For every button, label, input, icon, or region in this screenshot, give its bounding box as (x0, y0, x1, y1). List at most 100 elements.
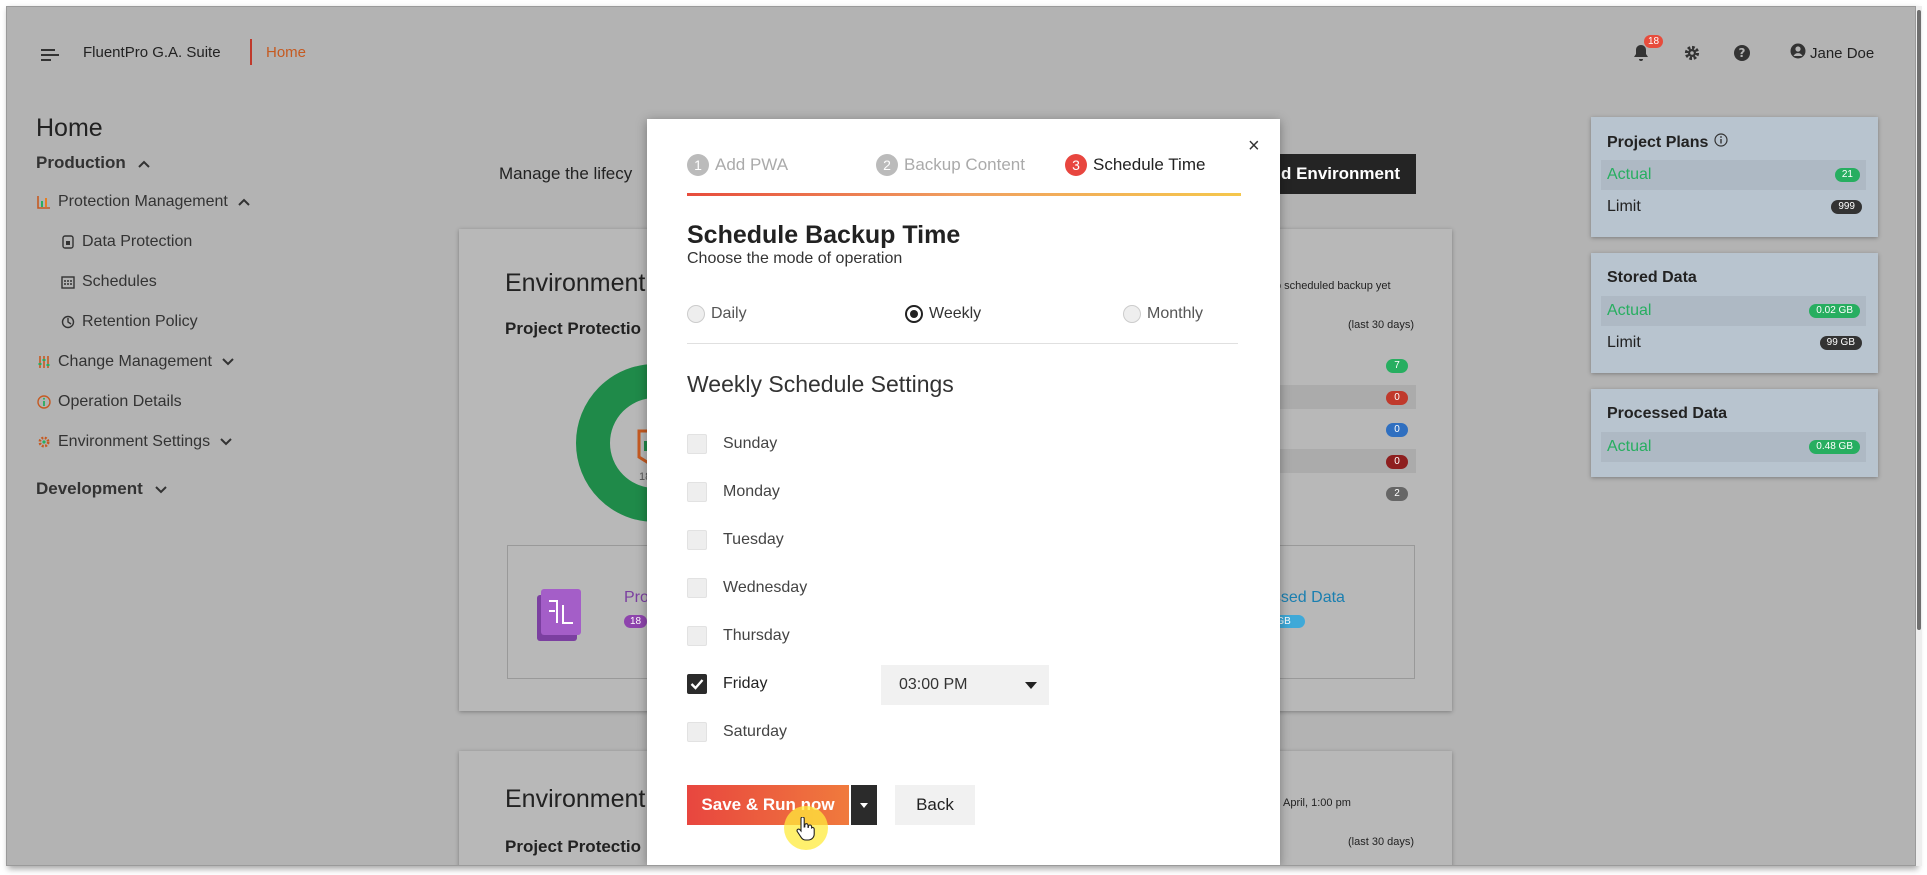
day-friday[interactable]: Friday (687, 674, 767, 694)
radio-monthly[interactable]: Monthly (1123, 305, 1203, 323)
page-scrollbar[interactable] (1916, 6, 1922, 866)
sidebar-item-operation-details[interactable]: Operation Details (36, 393, 182, 411)
chevron-down-icon (155, 479, 167, 499)
checkbox-checked[interactable] (687, 674, 707, 694)
radio-icon (687, 305, 705, 323)
day-sunday[interactable]: Sunday (687, 434, 777, 454)
sidebar-item-label: Change Management (58, 353, 212, 370)
add-environment-button[interactable]: d Environment (1261, 154, 1416, 194)
row-label: Limit (1607, 334, 1641, 351)
sidebar-item-label: Data Protection (82, 233, 193, 250)
checkbox[interactable] (687, 530, 707, 550)
modal-title: Schedule Backup Time (687, 221, 961, 249)
weekly-settings-title: Weekly Schedule Settings (687, 371, 954, 397)
project-protection-label-2: Project Protectio (505, 837, 642, 856)
pro-label: Pro (624, 589, 649, 606)
save-options-dropdown[interactable] (851, 785, 877, 825)
day-saturday[interactable]: Saturday (687, 722, 787, 742)
gear-icon[interactable] (1682, 43, 1702, 63)
sidebar-item-protection-management[interactable]: Protection Management (36, 193, 250, 211)
manage-description: Manage the lifecy (499, 164, 633, 183)
environment-title: Environment (505, 269, 646, 297)
sliders-icon (36, 354, 52, 370)
panel-row-limit: Limit 999 (1607, 192, 1862, 222)
sidebar-item-data-protection[interactable]: Data Protection (60, 233, 192, 251)
step-progress-line (687, 193, 1241, 196)
sidebar-item-change-management[interactable]: Change Management (36, 353, 234, 371)
check-icon (690, 679, 704, 690)
project-protection-label: Project Protectio (505, 319, 642, 338)
user-menu[interactable]: Jane Doe (1790, 43, 1874, 63)
limit-badge: 999 (1831, 200, 1862, 214)
sidebar-item-label: Protection Management (58, 193, 228, 210)
page-title: Home (36, 114, 103, 142)
step-backup-content[interactable]: 2 Backup Content (876, 154, 1025, 176)
radio-icon (1123, 305, 1141, 323)
stat-badge: 0 (1386, 455, 1408, 469)
stored-data-panel: Stored Data Actual 0.02 GB Limit 99 GB (1591, 253, 1878, 373)
row-label: Actual (1607, 302, 1652, 319)
panel-title-text: Processed Data (1607, 405, 1728, 422)
sidebar-item-label: Production (36, 153, 126, 172)
panel-title: Project Plans (1607, 133, 1728, 152)
environment-title-2: Environment (505, 785, 646, 813)
checkbox[interactable] (687, 722, 707, 742)
chart-icon (36, 194, 52, 210)
day-tuesday[interactable]: Tuesday (687, 530, 784, 550)
day-thursday[interactable]: Thursday (687, 626, 790, 646)
breadcrumb-home[interactable]: Home (266, 44, 306, 61)
checkbox[interactable] (687, 434, 707, 454)
caret-down-icon (860, 802, 868, 808)
sidebar-item-schedules[interactable]: Schedules (60, 273, 157, 291)
protection-donut-chart (575, 363, 655, 523)
checkbox[interactable] (687, 482, 707, 502)
sidebar-item-environment-settings[interactable]: Environment Settings (36, 433, 232, 451)
help-icon[interactable]: ? (1732, 43, 1752, 63)
no-backup-text: o scheduled backup yet (1275, 280, 1391, 292)
last-30-days-2: (last 30 days) (1348, 836, 1415, 848)
step-schedule-time[interactable]: 3 Schedule Time (1065, 154, 1205, 176)
actual-badge: 0.02 GB (1809, 304, 1860, 318)
caret-down-icon (1025, 681, 1037, 689)
day-label: Friday (723, 675, 768, 692)
step-add-pwa[interactable]: 1 Add PWA (687, 154, 788, 176)
info-icon (36, 394, 52, 410)
sidebar-item-label: Retention Policy (82, 313, 198, 330)
back-button[interactable]: Back (895, 785, 975, 825)
day-label: Saturday (723, 723, 788, 740)
friday-time-select[interactable]: 03:00 PM (881, 665, 1049, 705)
day-wednesday[interactable]: Wednesday (687, 578, 807, 598)
stat-badge: 0 (1386, 391, 1408, 405)
panel-row-limit: Limit 99 GB (1607, 328, 1862, 358)
modal-subtitle: Choose the mode of operation (687, 250, 903, 267)
checkbox[interactable] (687, 578, 707, 598)
radio-label: Monthly (1147, 305, 1204, 322)
step-number: 1 (687, 154, 709, 176)
processed-data-panel: Processed Data Actual 0.48 GB (1591, 389, 1878, 477)
time-value: 03:00 PM (899, 676, 968, 693)
stat-badge: 0 (1386, 423, 1408, 437)
sidebar-item-development[interactable]: Development (36, 479, 167, 499)
sidebar-item-label: Environment Settings (58, 433, 211, 450)
radio-label: Daily (711, 305, 747, 322)
radio-daily[interactable]: Daily (687, 305, 747, 323)
checkbox[interactable] (687, 626, 707, 646)
app-name[interactable]: FluentPro G.A. Suite (83, 44, 221, 61)
info-icon[interactable] (1714, 133, 1728, 152)
panel-row-actual: Actual 21 (1601, 160, 1866, 190)
step-label: Schedule Time (1093, 155, 1206, 174)
sidebar-item-retention-policy[interactable]: Retention Policy (60, 313, 198, 331)
chevron-down-icon (222, 353, 234, 371)
scrollbar-thumb[interactable] (1917, 10, 1921, 630)
row-label: Actual (1607, 438, 1652, 455)
close-icon[interactable]: × (1248, 135, 1260, 158)
step-number: 2 (876, 154, 898, 176)
day-label: Sunday (723, 435, 778, 452)
radio-weekly[interactable]: Weekly (905, 305, 981, 323)
menu-icon[interactable] (41, 49, 59, 61)
sidebar-item-production[interactable]: Production (36, 153, 150, 173)
row-label: Limit (1607, 198, 1641, 215)
radio-selected-icon (905, 305, 923, 323)
stat-badge: 2 (1386, 487, 1408, 501)
day-monday[interactable]: Monday (687, 482, 780, 502)
